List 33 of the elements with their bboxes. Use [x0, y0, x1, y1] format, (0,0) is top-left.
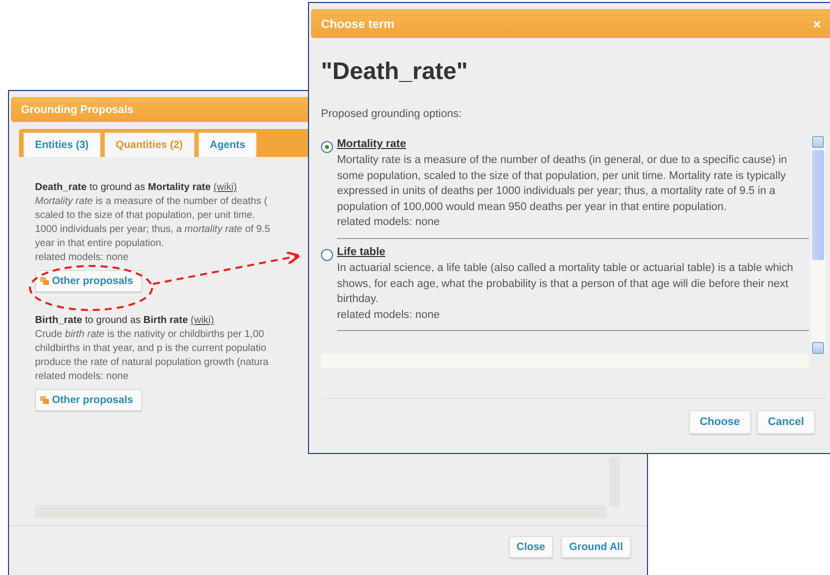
dialog-button[interactable]: Close: [508, 536, 554, 558]
close-button[interactable]: ×: [808, 16, 825, 32]
dialog-button[interactable]: Cancel: [756, 410, 815, 434]
dialog-button[interactable]: Choose: [688, 410, 751, 434]
wiki-link[interactable]: (wiki): [190, 315, 214, 326]
prompt-text: Proposed grounding options:: [321, 108, 463, 120]
radio-button[interactable]: [321, 141, 333, 153]
option-description: In actuarial science, a life table (also called a mortality table or actuarial table) is a table which shows, for each age, what the probability is that a person of that age will die before their next birthday.: [337, 260, 794, 308]
related-models-text: related models: none: [337, 215, 440, 230]
radio-button[interactable]: [321, 248, 333, 261]
other-proposals-button[interactable]: Other proposals: [35, 389, 142, 411]
tab[interactable]: Agents: [198, 132, 258, 157]
related-models-text: related models: none: [35, 370, 128, 384]
related-models-text: related models: none: [35, 251, 128, 265]
tab[interactable]: Entities (3): [23, 132, 101, 157]
wiki-link[interactable]: (wiki): [213, 182, 237, 193]
proposal-heading: Birth_rate to ground as Birth rate: [35, 315, 188, 326]
proposal-description: Mortality rate is a measure of the number of deaths ( scaled to the size of that population, per unit time. 1000 individuals per year; thus, a mortality rate of 9.5 year in that entire population.: [35, 195, 270, 251]
term-heading: "Death_rate": [321, 58, 469, 86]
option-description: Mortality rate is a measure of the number of deaths (in general, or due to a specific cause) in some population, scaled to the size of that population, per unit time. Mortality rate is typically expressed in units of deaths per 1000 individuals per year; thus, a mortality rate of 9.5 in a population of 100,000 would mean 950 deaths per year in that entire population.: [337, 153, 788, 215]
window-title: Grounding Proposals: [21, 104, 134, 116]
option-title[interactable]: Mortality rate: [337, 138, 406, 153]
other-proposals-button[interactable]: Other proposals: [35, 270, 142, 292]
dialog-button[interactable]: Ground All: [561, 536, 631, 558]
vertical-scrollbar[interactable]: [811, 136, 825, 354]
proposal-heading: Death_rate to ground as Mortality rate: [35, 182, 211, 193]
option-title[interactable]: Life table: [337, 246, 386, 261]
chat-bubbles-icon: [40, 277, 49, 285]
window-title: Choose term: [321, 16, 394, 30]
chat-bubbles-icon: [40, 396, 49, 404]
tab[interactable]: Quantities (2): [104, 132, 195, 157]
scroll-thumb[interactable]: [812, 150, 824, 260]
related-models-text: related models: none: [337, 308, 440, 323]
